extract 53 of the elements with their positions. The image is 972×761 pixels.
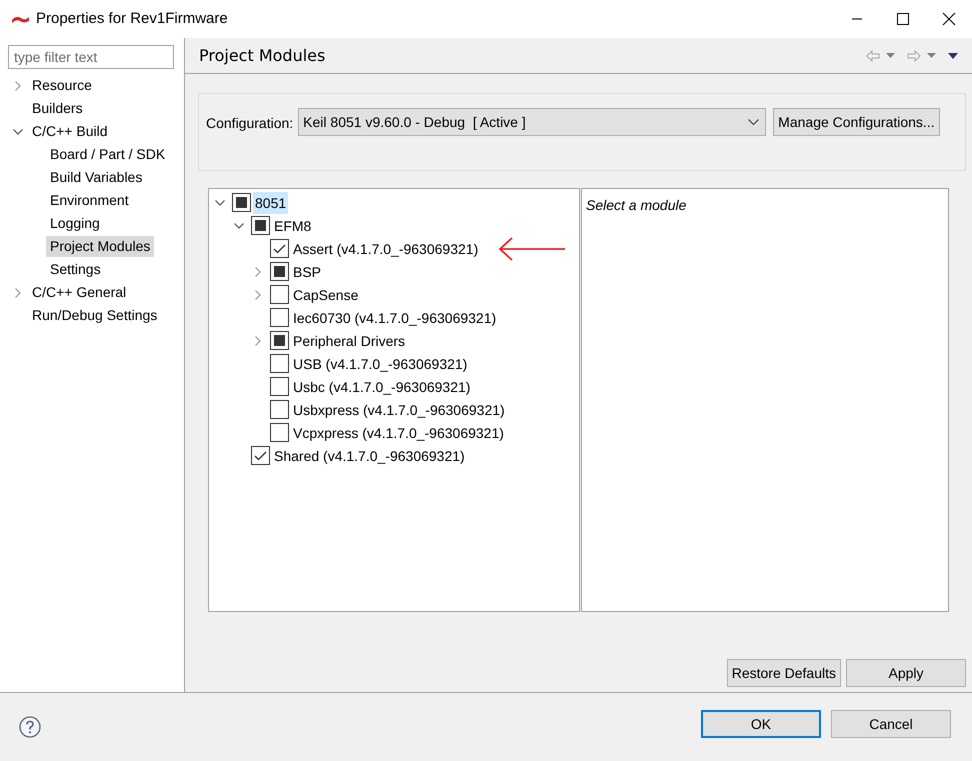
tree-item[interactable]: Iec60730 (v4.1.7.0_-963069321) (291, 306, 498, 328)
chevron-down-icon (748, 119, 760, 125)
tree-item[interactable]: EFM8 (272, 214, 314, 236)
sidebar-item[interactable]: Builders (28, 98, 87, 119)
restore-defaults-button[interactable]: Restore Defaults (726, 659, 841, 687)
view-menu-icon[interactable] (948, 52, 958, 58)
sidebar-item[interactable]: Build Variables (46, 167, 146, 188)
tree-item[interactable]: USB (v4.1.7.0_-963069321) (291, 352, 470, 374)
sidebar-item[interactable]: C/C++ General (28, 282, 130, 303)
tree-item[interactable]: BSP (291, 260, 324, 282)
checkbox[interactable] (270, 423, 289, 442)
checkbox[interactable] (270, 331, 289, 350)
help-icon[interactable] (19, 716, 41, 738)
checkbox[interactable] (270, 400, 289, 419)
sidebar-item[interactable]: Project Modules (46, 236, 154, 257)
filter-field[interactable]: type filter text (8, 45, 174, 69)
sidebar-item[interactable]: Board / Part / SDK (46, 144, 170, 165)
configuration-dropdown[interactable]: Keil 8051 v9.60.0 - Debug [ Active ] (298, 108, 766, 136)
tree-item[interactable]: Peripheral Drivers (291, 330, 408, 352)
tree-item[interactable]: Assert (v4.1.7.0_-963069321) (291, 238, 480, 260)
checkbox[interactable] (270, 239, 289, 258)
dropdown-caret-icon[interactable] (927, 53, 936, 58)
sidebar-item[interactable]: Resource (28, 75, 96, 96)
tree-item[interactable]: 8051 (253, 192, 288, 214)
cancel-button[interactable]: Cancel (831, 710, 951, 738)
checkbox[interactable] (232, 193, 251, 212)
sidebar-item[interactable]: Run/Debug Settings (28, 305, 162, 326)
apply-button[interactable]: Apply (846, 659, 966, 687)
sidebar-item[interactable]: C/C++ Build (28, 121, 112, 142)
sidebar-item[interactable]: Environment (46, 190, 133, 211)
page-title: Project Modules (199, 44, 326, 66)
tree-item[interactable]: Usbxpress (v4.1.7.0_-963069321) (291, 398, 507, 420)
window-title: Properties for Rev1Firmware (36, 8, 228, 29)
checkbox[interactable] (270, 285, 289, 304)
checkmark-icon (254, 450, 267, 460)
tree-item[interactable]: Shared (v4.1.7.0_-963069321) (272, 444, 467, 466)
sidebar-item[interactable]: Logging (46, 213, 104, 234)
checkbox[interactable] (251, 446, 270, 465)
ok-button[interactable]: OK (701, 710, 821, 738)
sidebar-item[interactable]: Settings (46, 259, 105, 280)
checkbox[interactable] (270, 354, 289, 373)
tree-item[interactable]: Vcpxpress (v4.1.7.0_-963069321) (291, 422, 506, 444)
description-text: Select a module (586, 197, 686, 213)
checkbox[interactable] (270, 377, 289, 396)
checkmark-icon (273, 244, 286, 254)
checkbox[interactable] (251, 216, 270, 235)
dropdown-caret-icon[interactable] (886, 53, 895, 58)
tree-item[interactable]: Usbc (v4.1.7.0_-963069321) (291, 376, 472, 398)
manage-configurations-button[interactable]: Manage Configurations... (773, 108, 940, 136)
checkbox[interactable] (270, 262, 289, 281)
checkbox[interactable] (270, 308, 289, 327)
configuration-label: Configuration: (206, 114, 294, 133)
tree-item[interactable]: CapSense (291, 284, 360, 306)
